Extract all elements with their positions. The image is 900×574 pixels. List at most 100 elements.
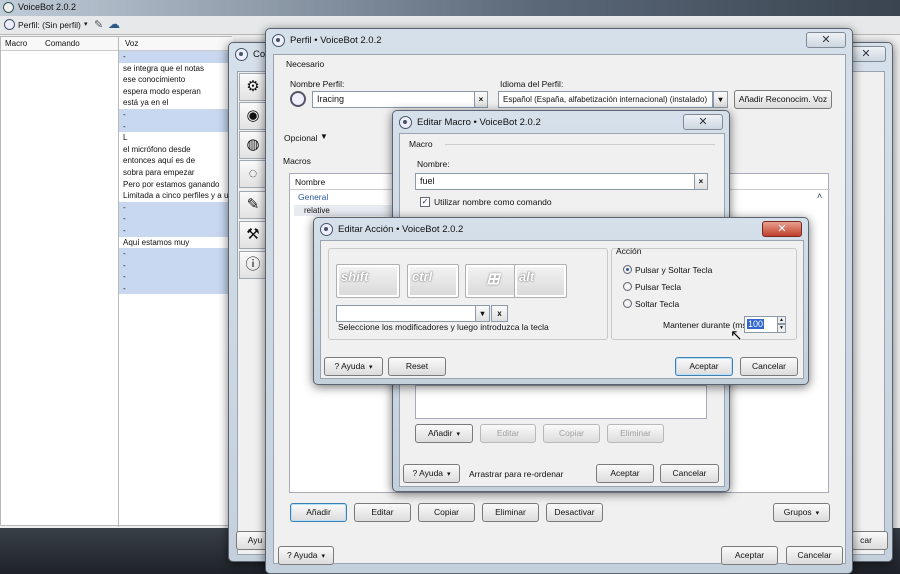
profile-selector[interactable]: Perfil: (Sin perfil) <box>18 20 81 30</box>
ctrl-key[interactable]: ctrl <box>407 264 459 298</box>
list-item[interactable]: Limitada a cinco perfiles y a u <box>119 190 233 202</box>
close-icon[interactable]: ✕ <box>806 32 846 48</box>
chevron-down-icon[interactable]: ▾ <box>84 20 88 28</box>
list-item[interactable]: - <box>119 224 233 237</box>
groups-button[interactable]: Grupos ▾ <box>773 503 830 522</box>
cloud-icon[interactable]: ☁ <box>108 17 120 31</box>
chevron-down-icon: ▾ <box>815 510 820 517</box>
add-action-button[interactable]: Añadir ▾ <box>415 424 473 443</box>
collapse-icon[interactable]: ˄ <box>817 191 822 201</box>
tree-group-general[interactable]: General <box>298 192 328 202</box>
perfil-cancel-button[interactable]: Cancelar <box>786 546 843 565</box>
reset-button[interactable]: Reset <box>388 357 446 376</box>
globe-icon[interactable]: ◍ <box>239 131 267 159</box>
app-logo-icon <box>399 115 412 129</box>
chevron-down-icon[interactable]: ▾ <box>713 91 728 108</box>
list-item[interactable]: - <box>119 271 233 283</box>
list-item[interactable]: - <box>119 120 233 133</box>
delete-macro-button[interactable]: Eliminar <box>482 503 539 522</box>
add-macro-button[interactable]: Añadir <box>290 503 347 522</box>
tree-header[interactable]: Nombre <box>295 177 325 187</box>
list-item[interactable]: Aquí estamos muy <box>119 237 233 249</box>
profile-name-input[interactable]: Iracing <box>312 91 475 108</box>
help-label: Ayuda <box>293 550 318 560</box>
radio-release[interactable] <box>623 299 632 308</box>
clear-name-icon[interactable]: × <box>474 91 488 108</box>
help-icon: ? <box>412 468 418 478</box>
edit-action-button[interactable]: Editar <box>480 424 536 443</box>
info-icon[interactable]: ⓘ <box>239 251 267 279</box>
clear-name-icon[interactable]: × <box>694 173 708 190</box>
chevron-down-icon: ▾ <box>456 431 461 438</box>
list-item[interactable]: L <box>119 132 233 144</box>
radio-press-label[interactable]: Pulsar Tecla <box>635 282 681 292</box>
key-select[interactable] <box>336 305 476 322</box>
accion-cancel-button[interactable]: Cancelar <box>740 357 798 376</box>
microphone-icon[interactable]: ◉ <box>239 102 267 130</box>
chevron-down-icon: ▾ <box>369 364 373 371</box>
list-item[interactable]: espera modo esperan <box>119 86 233 98</box>
language-select[interactable]: Español (España, alfabetización internac… <box>498 91 713 108</box>
copy-macro-button[interactable]: Copiar <box>418 503 475 522</box>
groups-label: Grupos <box>783 507 812 517</box>
alt-key[interactable]: alt <box>514 264 567 298</box>
add-voice-recognition-button[interactable]: Añadir Reconocim. Voz <box>734 90 832 109</box>
opcional-toggle[interactable]: Opcional <box>284 133 318 143</box>
use-name-checkbox[interactable]: ✓ <box>420 197 430 207</box>
tree-item-relative[interactable]: relative <box>304 206 330 215</box>
macro-name-input[interactable]: fuel <box>415 173 695 190</box>
wrench-icon[interactable]: ⚒ <box>239 221 267 249</box>
list-item[interactable]: ese conocimiento <box>119 74 233 86</box>
radio-press-release-label[interactable]: Pulsar y Soltar Tecla <box>635 265 712 275</box>
close-icon[interactable]: ✕ <box>683 114 723 130</box>
main-title: VoiceBot 2.0.2 <box>18 2 77 12</box>
list-item[interactable]: - <box>119 201 233 214</box>
help-label: Ayuda <box>341 361 366 371</box>
chevron-down-icon[interactable]: ▾ <box>475 305 490 322</box>
close-icon[interactable]: ✕ <box>762 221 802 237</box>
list-item[interactable]: el micrófono desde <box>119 144 233 156</box>
speech-bubble-icon[interactable]: ◌ <box>239 160 267 188</box>
perfil-accept-button[interactable]: Aceptar <box>721 546 778 565</box>
list-item[interactable]: - <box>119 248 233 260</box>
radio-press-release[interactable] <box>623 265 632 274</box>
macro-accept-button[interactable]: Aceptar <box>596 464 654 483</box>
shift-key[interactable]: shift <box>336 264 400 298</box>
accion-accept-button[interactable]: Aceptar <box>675 357 733 376</box>
duration-input[interactable]: 100 <box>744 316 778 333</box>
list-item[interactable]: - <box>119 213 233 225</box>
list-item[interactable]: sobra para empezar <box>119 167 233 179</box>
windows-key[interactable]: ⊞ <box>465 264 521 298</box>
column-voz[interactable]: Voz <box>125 39 138 48</box>
spin-down-icon[interactable]: ▼ <box>777 324 786 333</box>
edit-macro-button[interactable]: Editar <box>354 503 411 522</box>
list-item[interactable]: Pero por estamos ganando <box>119 179 233 191</box>
radio-press[interactable] <box>623 282 632 291</box>
perfil-help-button[interactable]: ? Ayuda ▾ <box>278 546 334 565</box>
list-item[interactable]: - <box>119 282 233 295</box>
list-item[interactable]: - <box>119 259 233 272</box>
help-icon: ? <box>286 550 292 560</box>
list-item[interactable]: - <box>119 108 233 121</box>
column-macro[interactable]: Macro <box>5 39 27 48</box>
macro-cancel-button[interactable]: Cancelar <box>660 464 719 483</box>
chevron-down-icon[interactable]: ▼ <box>320 132 328 141</box>
mic-stand-icon[interactable]: ✎ <box>239 191 267 219</box>
delete-action-button[interactable]: Eliminar <box>607 424 664 443</box>
spin-up-icon[interactable]: ▲ <box>777 316 786 324</box>
list-item[interactable]: entonces aquí es de <box>119 155 233 167</box>
app-logo-icon <box>3 2 14 13</box>
column-comando[interactable]: Comando <box>45 39 80 48</box>
copy-action-button[interactable]: Copiar <box>543 424 600 443</box>
pencil-icon[interactable]: ✎ <box>94 18 103 31</box>
clear-key-icon[interactable]: x <box>491 305 508 322</box>
list-item[interactable]: se integra que el notas <box>119 63 233 75</box>
list-item[interactable]: está ya en el <box>119 97 233 109</box>
macro-help-button[interactable]: ? Ayuda ▾ <box>403 464 460 483</box>
disable-macro-button[interactable]: Desactivar <box>546 503 603 522</box>
gear-icon[interactable]: ⚙ <box>239 73 267 101</box>
list-item[interactable]: - <box>119 51 233 63</box>
macros-heading: Macros <box>283 156 311 166</box>
accion-help-button[interactable]: ? Ayuda ▾ <box>324 357 383 376</box>
radio-release-label[interactable]: Soltar Tecla <box>635 299 679 309</box>
